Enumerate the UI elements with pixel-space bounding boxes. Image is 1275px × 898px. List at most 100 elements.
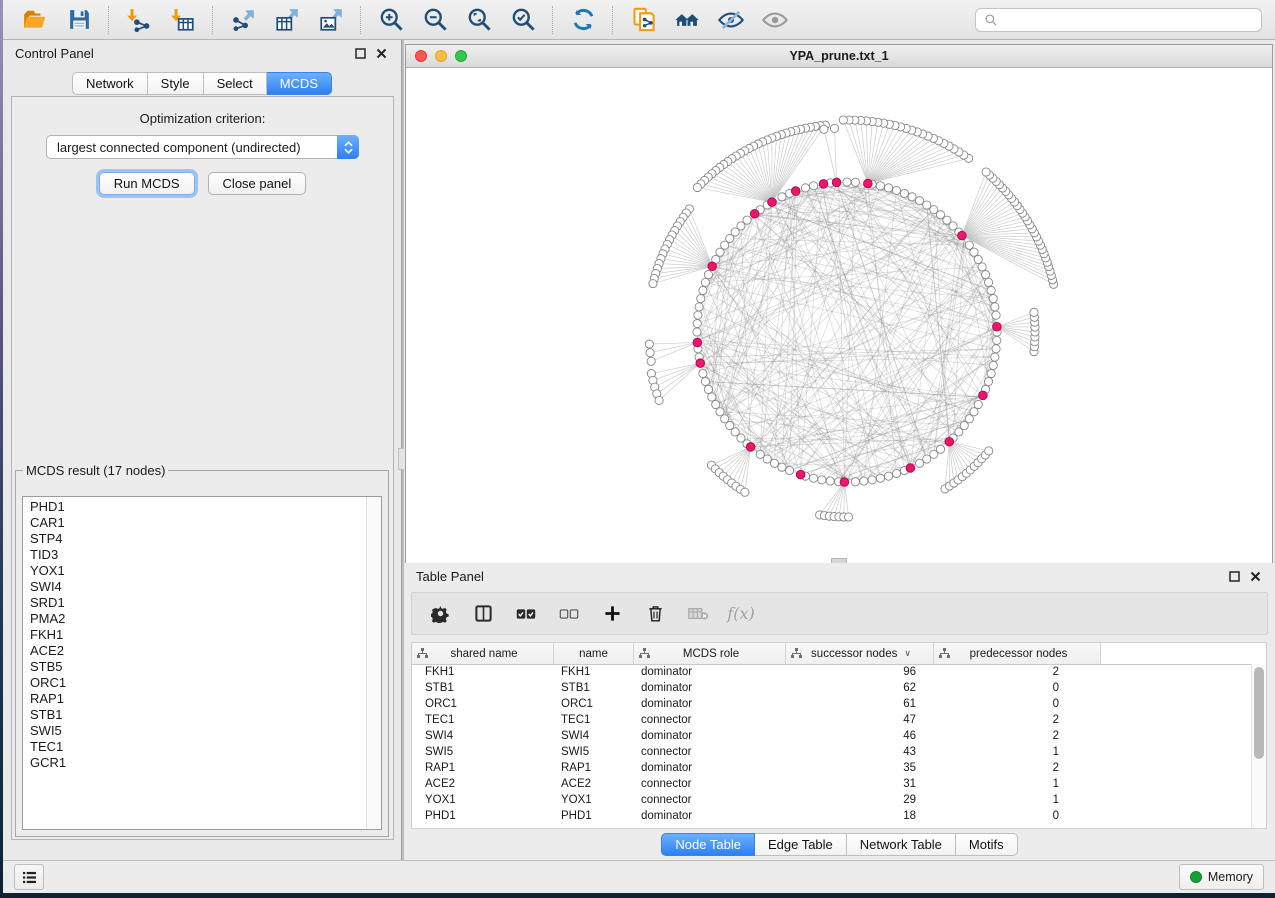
table-row[interactable]: SWI4SWI4dominator462 <box>412 728 1252 744</box>
table-row[interactable]: FKH1FKH1dominator962 <box>412 664 1252 680</box>
new-network-from-selection-icon[interactable] <box>626 5 660 35</box>
network-window-title: YPA_prune.txt_1 <box>406 49 1272 63</box>
table-row[interactable]: ACE2ACE2connector311 <box>412 776 1252 792</box>
node-table: shared namenameMCDS rolesuccessor nodes∨… <box>411 642 1267 829</box>
search-box[interactable] <box>975 8 1262 32</box>
mcds-result-item[interactable]: FKH1 <box>30 627 367 643</box>
mcds-result-item[interactable]: SRD1 <box>30 595 367 611</box>
mcds-result-item[interactable]: TEC1 <box>30 739 367 755</box>
close-table-panel-icon[interactable] <box>1248 569 1263 584</box>
task-history-button[interactable] <box>14 864 44 890</box>
column-header-shared-name[interactable]: shared name <box>412 643 554 664</box>
mcds-result-item[interactable]: GCR1 <box>30 755 367 771</box>
network-window: YPA_prune.txt_1 <box>405 44 1273 565</box>
network-canvas[interactable] <box>406 68 1272 564</box>
column-header-successor-nodes[interactable]: successor nodes∨ <box>786 643 934 664</box>
mcds-result-item[interactable]: YOX1 <box>30 563 367 579</box>
column-header-predecessor-nodes[interactable]: predecessor nodes <box>934 643 1101 664</box>
node-table-scrollbar[interactable] <box>1251 664 1266 828</box>
table-row[interactable]: YOX1YOX1connector291 <box>412 792 1252 808</box>
network-window-titlebar[interactable]: YPA_prune.txt_1 <box>406 45 1272 68</box>
open-file-icon[interactable] <box>18 5 52 35</box>
table-toolbar: f(x) <box>411 592 1268 635</box>
mcds-result-item[interactable]: STB5 <box>30 659 367 675</box>
delete-icon[interactable] <box>644 603 666 625</box>
table-row[interactable]: STB1STB1dominator620 <box>412 680 1252 696</box>
search-input[interactable] <box>1004 12 1253 28</box>
zoom-out-icon[interactable] <box>418 5 452 35</box>
float-table-panel-icon[interactable] <box>1227 569 1242 584</box>
mcds-result-item[interactable]: TID3 <box>30 547 367 563</box>
export-network-icon[interactable] <box>226 5 260 35</box>
table-panel: Table Panel <box>404 563 1275 860</box>
mcds-result-item[interactable]: CAR1 <box>30 515 367 531</box>
table-row[interactable]: PHD1PHD1dominator180 <box>412 808 1252 824</box>
mcds-result-item[interactable]: ACE2 <box>30 643 367 659</box>
select-all-icon[interactable] <box>515 603 537 625</box>
scrollbar-thumb[interactable] <box>1254 667 1264 759</box>
close-panel-icon[interactable] <box>374 46 389 61</box>
task-list-icon <box>22 871 37 884</box>
control-panel-title: Control Panel <box>15 46 94 61</box>
control-panel-tabs: NetworkStyleSelectMCDS <box>3 72 401 95</box>
mcds-result-item[interactable]: RAP1 <box>30 691 367 707</box>
network-area: YPA_prune.txt_1 Table Panel <box>404 40 1275 860</box>
mcds-result-item[interactable]: SWI5 <box>30 723 367 739</box>
save-icon[interactable] <box>62 5 96 35</box>
node-table-rows: FKH1FKH1dominator962STB1STB1dominator620… <box>412 664 1252 828</box>
float-panel-icon[interactable] <box>353 46 368 61</box>
table-row[interactable]: TEC1TEC1connector472 <box>412 712 1252 728</box>
tab-select[interactable]: Select <box>204 72 267 95</box>
show-all-icon[interactable] <box>758 5 792 35</box>
control-panel: Control Panel NetworkStyleSelectMCDS Opt… <box>3 40 402 860</box>
import-table-icon[interactable] <box>166 5 200 35</box>
zoom-fit-icon[interactable] <box>462 5 496 35</box>
tab-edge-table[interactable]: Edge Table <box>755 833 847 856</box>
tab-node-table[interactable]: Node Table <box>661 833 755 856</box>
apply-layout-icon[interactable] <box>566 5 600 35</box>
export-image-icon[interactable] <box>314 5 348 35</box>
memory-button[interactable]: Memory <box>1179 864 1264 890</box>
export-table-icon[interactable] <box>270 5 304 35</box>
column-header-name[interactable]: name <box>554 643 634 664</box>
mcds-tab-content: Optimization criterion: largest connecte… <box>11 96 394 840</box>
toolbar-separator <box>108 6 110 34</box>
toolbar-separator <box>612 6 614 34</box>
run-mcds-button[interactable]: Run MCDS <box>99 172 195 195</box>
hide-selected-icon[interactable] <box>714 5 748 35</box>
table-row[interactable]: SWI5SWI5connector431 <box>412 744 1252 760</box>
mcds-result-item[interactable]: STP4 <box>30 531 367 547</box>
add-column-icon[interactable] <box>601 603 623 625</box>
mcds-result-item[interactable]: PHD1 <box>30 499 367 515</box>
destroy-table-icon <box>687 603 709 625</box>
tab-network[interactable]: Network <box>72 72 148 95</box>
mcds-result-scrollbar[interactable] <box>366 497 381 829</box>
mcds-result-list[interactable]: PHD1CAR1STP4TID3YOX1SWI4SRD1PMA2FKH1ACE2… <box>23 497 367 829</box>
mcds-result-item[interactable]: ORC1 <box>30 675 367 691</box>
mcds-result-item[interactable]: PMA2 <box>30 611 367 627</box>
table-row[interactable]: RAP1RAP1dominator352 <box>412 760 1252 776</box>
optimization-criterion-label: Optimization criterion: <box>12 111 393 126</box>
clear-selection-icon[interactable] <box>558 603 580 625</box>
import-network-icon[interactable] <box>122 5 156 35</box>
mcds-result-item[interactable]: STB1 <box>30 707 367 723</box>
close-panel-button[interactable]: Close panel <box>208 172 307 195</box>
tab-network-table[interactable]: Network Table <box>847 833 956 856</box>
status-bar: Memory <box>3 860 1275 893</box>
show-columns-icon[interactable] <box>472 603 494 625</box>
mcds-result-item[interactable]: SWI4 <box>30 579 367 595</box>
first-neighbors-icon[interactable] <box>670 5 704 35</box>
memory-label: Memory <box>1208 870 1253 884</box>
settings-icon[interactable] <box>429 603 451 625</box>
column-header-MCDS-role[interactable]: MCDS role <box>634 643 786 664</box>
tab-style[interactable]: Style <box>148 72 204 95</box>
tab-motifs[interactable]: Motifs <box>956 833 1018 856</box>
zoom-in-icon[interactable] <box>374 5 408 35</box>
zoom-selected-icon[interactable] <box>506 5 540 35</box>
optimization-criterion-value: largest connected component (undirected) <box>57 140 301 155</box>
table-row[interactable]: ORC1ORC1dominator610 <box>412 696 1252 712</box>
tab-mcds[interactable]: MCDS <box>267 72 332 95</box>
network-graph[interactable] <box>406 68 1272 564</box>
mcds-result-group: MCDS result (17 nodes) PHD1CAR1STP4TID3Y… <box>15 463 389 837</box>
optimization-criterion-select[interactable]: largest connected component (undirected) <box>46 135 359 159</box>
